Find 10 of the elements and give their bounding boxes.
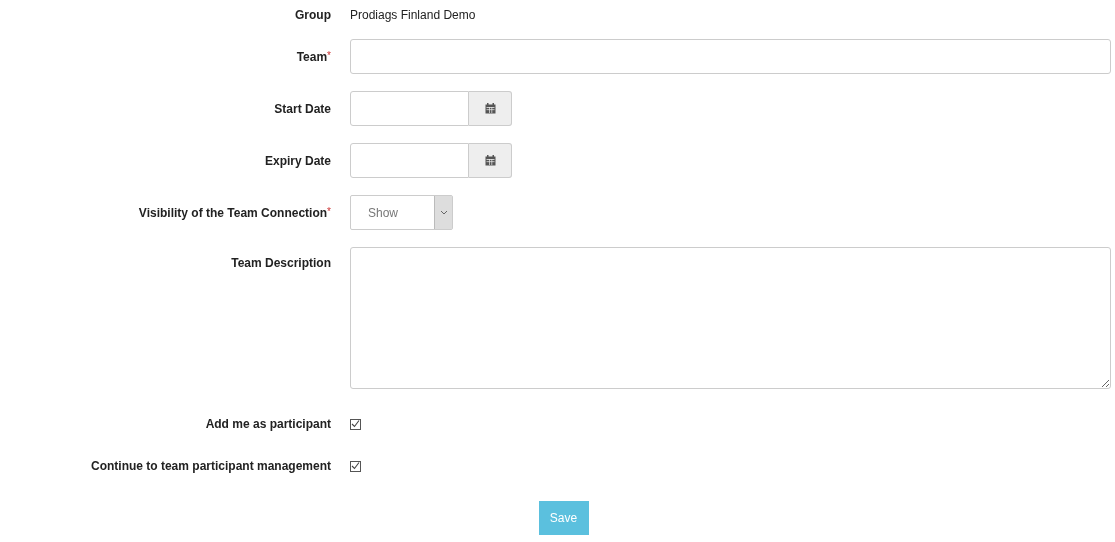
field-label: Team*	[296, 49, 331, 64]
visibility-select[interactable]: Show	[350, 195, 453, 230]
field-label: Expiry Date	[264, 153, 331, 168]
field-label: Visibility of the Team Connection*	[138, 205, 331, 220]
field-label: Group	[295, 8, 331, 22]
group-value: Prodiags Finland Demo	[350, 8, 476, 22]
field-label: Add me as participant	[205, 417, 331, 431]
field-label: Start Date	[274, 101, 331, 116]
field-label: Continue to team participant management	[90, 459, 331, 473]
field-label: Team Description	[231, 256, 331, 270]
